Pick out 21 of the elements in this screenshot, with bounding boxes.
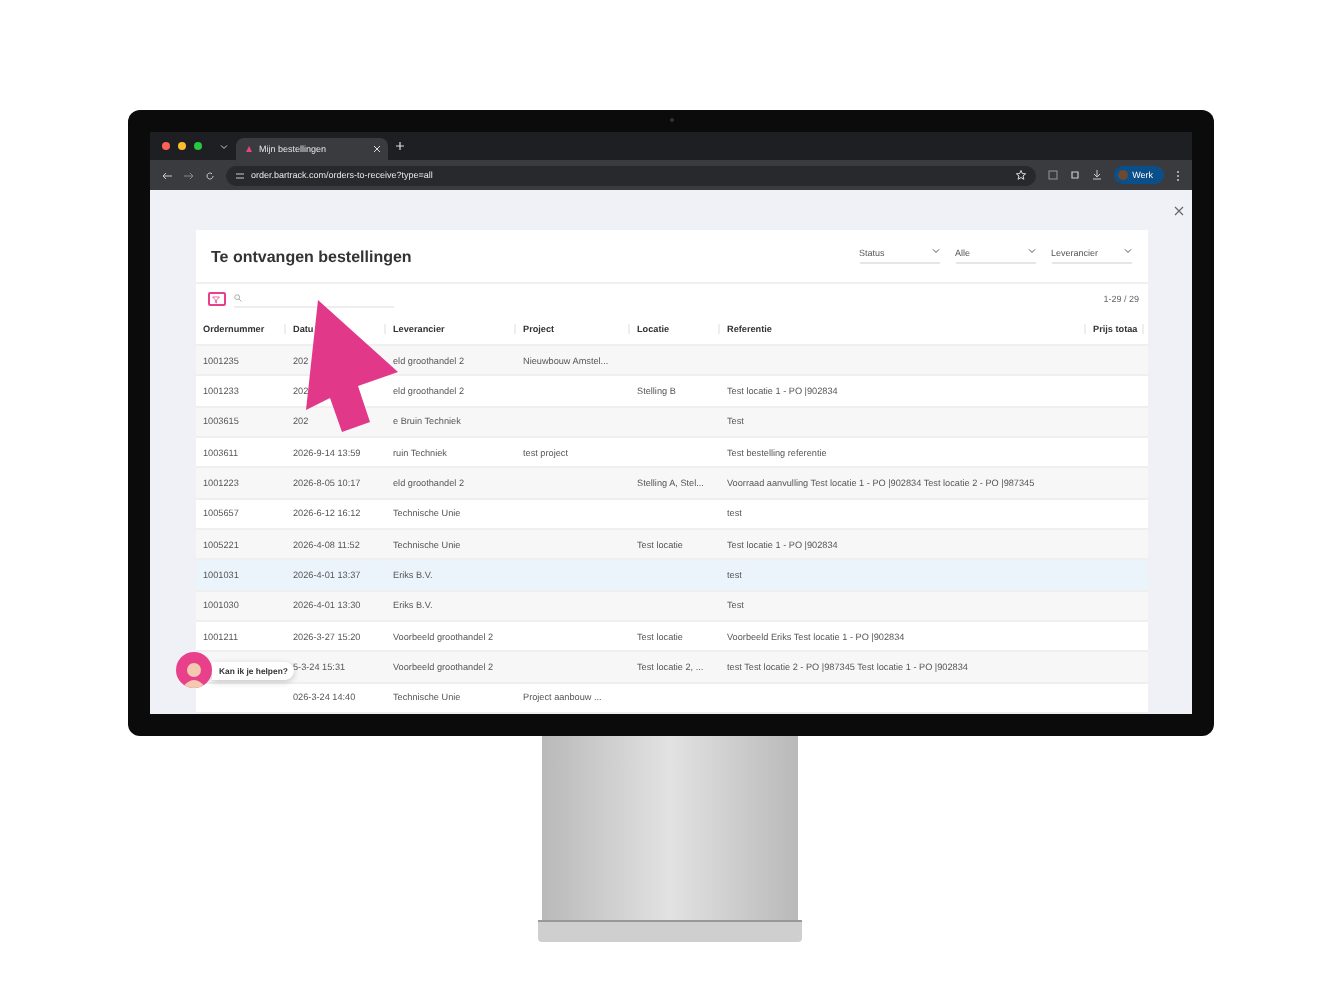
search-icon	[233, 294, 241, 303]
tab-list-icon	[219, 143, 227, 149]
chevron-icon	[931, 248, 939, 255]
download-icon[interactable]	[1092, 170, 1103, 180]
close-window-icon[interactable]	[161, 142, 169, 150]
maximize-window-icon[interactable]	[193, 142, 201, 150]
filter-button[interactable]	[207, 292, 225, 307]
logo-icon	[243, 144, 253, 154]
avatar-icon	[1118, 170, 1129, 180]
chevron-icon	[1123, 248, 1131, 255]
close-icon[interactable]	[1173, 205, 1183, 215]
avatar-icon[interactable]	[175, 652, 211, 688]
chevron-icon	[1027, 248, 1035, 255]
page-title: Te ontvangen bestellingen	[211, 247, 414, 266]
back-icon[interactable]	[161, 171, 171, 179]
tune-icon[interactable]	[235, 171, 243, 179]
star-icon[interactable]	[1016, 170, 1027, 180]
minimize-window-icon[interactable]	[177, 142, 185, 150]
new-tab-icon[interactable]	[395, 142, 403, 150]
forward-icon[interactable]	[183, 171, 193, 179]
reload-icon[interactable]	[205, 171, 213, 179]
